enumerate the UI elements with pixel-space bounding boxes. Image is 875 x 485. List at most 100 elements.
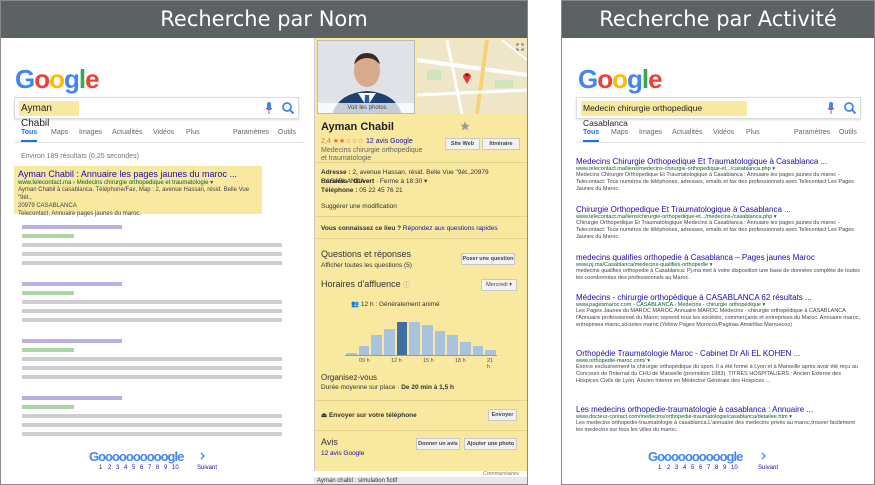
reviews-count-link[interactable]: 12 avis Google — [321, 449, 364, 458]
tab-settings[interactable]: Paramètres — [233, 129, 269, 136]
page-link[interactable]: 1 — [99, 465, 102, 471]
page-link[interactable]: 9 — [164, 465, 167, 471]
google-logo[interactable]: Google — [578, 64, 663, 95]
page-link[interactable]: 6 — [140, 465, 143, 471]
tab-videos[interactable]: Vidéos — [713, 129, 734, 136]
result-title[interactable]: Médecins - chirurgie orthopédique à CASA… — [576, 293, 862, 302]
tab-news[interactable]: Actualités — [112, 129, 142, 136]
next-page-link[interactable]: Suivant — [758, 465, 778, 471]
result-title[interactable]: Chirurgie Orthopedique Et Traumatologiqu… — [576, 205, 862, 214]
popular-times-bar — [409, 322, 420, 355]
page-link[interactable]: 4 — [124, 465, 127, 471]
tab-images[interactable]: Images — [639, 129, 662, 136]
search-by-name-panel: Recherche par Nom Google Ayman Chabil To… — [0, 0, 528, 485]
search-input[interactable]: Ayman Chabil — [19, 101, 79, 129]
page-link[interactable]: 8 — [156, 465, 159, 471]
reviews-link[interactable]: 12 avis Google — [366, 138, 413, 145]
microphone-icon[interactable] — [827, 101, 835, 115]
ask-question-button[interactable]: Poser une question — [461, 253, 515, 265]
photo-label[interactable]: Voir les photos — [318, 103, 414, 113]
tab-maps[interactable]: Maps — [51, 129, 68, 136]
result-url[interactable]: www.telecontact.ma › Medecins chirurgie … — [18, 179, 258, 186]
search-box[interactable]: Ayman Chabil — [14, 97, 299, 129]
placeholder-line — [22, 300, 282, 304]
search-icon[interactable] — [281, 101, 295, 115]
page-link[interactable]: 10 — [172, 465, 179, 471]
quick-questions-link[interactable]: Répondez aux questions rapides — [403, 225, 498, 232]
hours-dropdown[interactable]: · Ferme à 18:30 ▾ — [376, 178, 427, 185]
result-title[interactable]: Medecins Chirurgie Orthopedique Et Traum… — [576, 157, 862, 166]
expand-icon[interactable] — [516, 43, 524, 51]
result-title[interactable]: Les medecins orthopedie-traumatologie à … — [576, 405, 862, 414]
location-map[interactable] — [416, 39, 527, 115]
search-box[interactable]: Medecin chirurgie orthopedique Casablanc… — [576, 97, 861, 128]
popular-times-chart — [345, 312, 497, 356]
info-icon[interactable]: ⓘ — [403, 282, 410, 289]
tab-images[interactable]: Images — [79, 129, 102, 136]
profile-photo[interactable]: Voir les photos — [317, 40, 415, 114]
qa-link[interactable]: Afficher toutes les questions (5) — [321, 261, 412, 270]
website-button[interactable]: Site Web — [445, 138, 480, 150]
suggest-edit-link[interactable]: Suggérer une modification — [321, 202, 397, 211]
placeholder-url — [22, 405, 74, 409]
tab-settings[interactable]: Paramètres — [794, 129, 830, 136]
tab-tools[interactable]: Outils — [278, 129, 296, 136]
page-link[interactable]: 4 — [683, 465, 686, 471]
page-link[interactable]: 3 — [116, 465, 119, 471]
add-photo-button[interactable]: Ajouter une photo — [464, 438, 517, 450]
placeholder-line — [22, 414, 282, 418]
tab-more[interactable]: Plus — [186, 129, 200, 136]
logo-letter: o — [597, 64, 613, 94]
divider — [315, 238, 527, 239]
logo-letter: o — [49, 64, 65, 94]
search-result: Chirurgie Orthopedique Et Traumatologiqu… — [576, 205, 862, 241]
save-star-icon[interactable] — [460, 121, 470, 131]
page-link[interactable]: 3 — [675, 465, 678, 471]
popular-times-bar — [371, 335, 382, 355]
map-pin-icon[interactable] — [462, 70, 472, 84]
rating-row: 2,4 ★★☆☆☆ 12 avis Google — [321, 137, 413, 146]
result-title[interactable]: medecins qualifies orthopedie à Casablan… — [576, 253, 862, 262]
send-label[interactable]: Envoyer sur votre téléphone — [329, 412, 417, 419]
chevron-right-icon[interactable] — [200, 452, 206, 460]
page-link[interactable]: 2 — [108, 465, 111, 471]
page-link[interactable]: 1 — [658, 465, 661, 471]
tab-maps[interactable]: Maps — [611, 129, 628, 136]
placeholder-line — [22, 252, 282, 256]
next-page-link[interactable]: Suivant — [197, 465, 217, 471]
tab-news[interactable]: Actualités — [672, 129, 702, 136]
search-icon[interactable] — [843, 101, 857, 115]
directions-button[interactable]: Itinéraire — [482, 138, 520, 150]
tab-videos[interactable]: Vidéos — [153, 129, 174, 136]
chart-tick-label: 18 h — [455, 358, 466, 364]
microphone-icon[interactable] — [265, 101, 273, 115]
tab-tools[interactable]: Outils — [839, 129, 857, 136]
page-link[interactable]: 9 — [723, 465, 726, 471]
tab-all[interactable]: Tous — [583, 129, 600, 142]
popular-times-bar — [472, 346, 484, 355]
result-snippet: 20979 CASABLANCA — [18, 203, 77, 209]
tab-more[interactable]: Plus — [746, 129, 760, 136]
page-link[interactable]: 5 — [691, 465, 694, 471]
placeholder-line — [22, 261, 282, 265]
page-link[interactable]: 10 — [731, 465, 738, 471]
write-review-button[interactable]: Donner un avis — [416, 438, 460, 450]
page-link[interactable]: 6 — [699, 465, 702, 471]
page-link[interactable]: 8 — [715, 465, 718, 471]
chevron-right-icon[interactable] — [761, 452, 767, 460]
search-input[interactable]: Medecin chirurgie orthopedique Casablanc… — [581, 101, 747, 128]
page-link[interactable]: 5 — [132, 465, 135, 471]
google-logo[interactable]: Google — [15, 64, 100, 95]
result-title[interactable]: Ayman Chabil : Annuaire les pages jaunes… — [18, 169, 258, 179]
tab-all[interactable]: Tous — [21, 129, 38, 142]
page-link[interactable]: 2 — [667, 465, 670, 471]
placeholder-title — [22, 225, 122, 229]
send-button[interactable]: Envoyer — [488, 409, 517, 421]
placeholder-title — [22, 282, 122, 286]
result-title[interactable]: Orthopédie Traumatologie Maroc - Cabinet… — [576, 349, 862, 358]
page-link[interactable]: 7 — [707, 465, 710, 471]
page-link[interactable]: 7 — [148, 465, 151, 471]
phone-value[interactable]: 05 22 45 76 21 — [359, 187, 402, 194]
send-row: ⏏ Envoyer sur votre téléphone — [321, 411, 417, 420]
day-selector[interactable]: Mercredi ▾ — [481, 279, 517, 291]
